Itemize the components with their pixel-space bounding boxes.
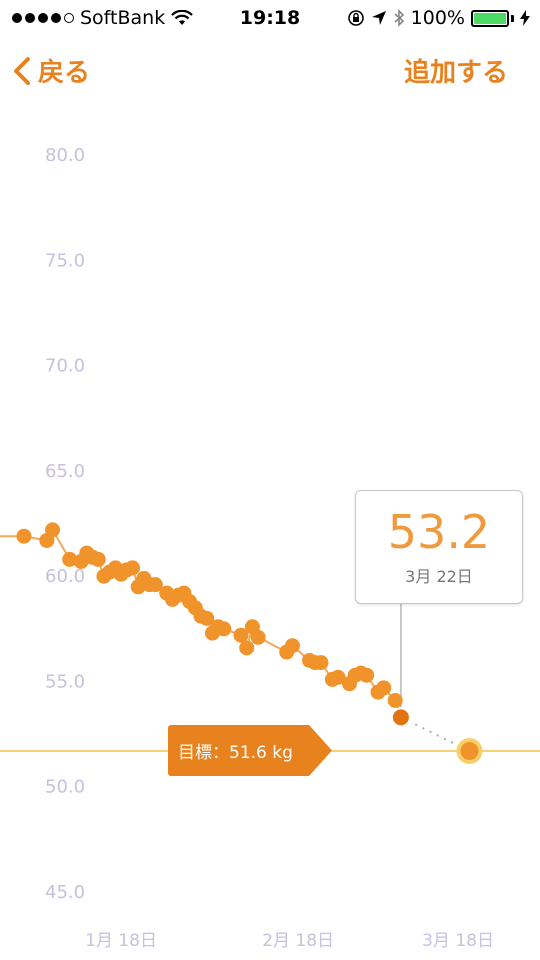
x-tick-label: 2月 18日 — [262, 931, 334, 951]
x-tick-label: 3月 18日 — [422, 931, 494, 951]
goal-label: 目標：51.6 kg — [178, 743, 293, 763]
y-tick-label: 70.0 — [45, 356, 85, 377]
y-tick-label: 50.0 — [45, 777, 85, 798]
data-point — [387, 692, 403, 708]
callout-value: 53.2 — [387, 505, 491, 559]
data-point — [313, 655, 329, 671]
y-tick-label: 55.0 — [45, 671, 85, 692]
data-point — [125, 560, 141, 576]
x-tick-label: 1月 18日 — [85, 931, 157, 951]
y-tick-label: 75.0 — [45, 250, 85, 271]
data-point — [45, 522, 61, 538]
latest-point — [392, 709, 409, 726]
y-tick-label: 45.0 — [45, 882, 85, 903]
data-point — [284, 638, 300, 654]
goal-badge: 目標：51.6 kg — [168, 725, 332, 776]
data-point — [359, 667, 375, 683]
data-point — [90, 551, 106, 567]
weight-chart: 80.0 75.0 70.0 65.0 60.0 55.0 50.0 45.0 1月 18日 2月… — [0, 145, 540, 951]
y-tick-label: 80.0 — [45, 145, 85, 166]
data-point — [239, 640, 255, 656]
y-tick-label: 65.0 — [45, 461, 85, 482]
value-callout: 53.2 3月 22日 — [355, 490, 523, 604]
goal-point — [460, 742, 479, 761]
data-point — [216, 621, 232, 637]
callout-date: 3月 22日 — [405, 567, 473, 586]
y-tick-label: 60.0 — [45, 566, 85, 587]
data-point — [376, 680, 392, 696]
data-point — [16, 528, 32, 544]
data-point — [250, 629, 266, 645]
